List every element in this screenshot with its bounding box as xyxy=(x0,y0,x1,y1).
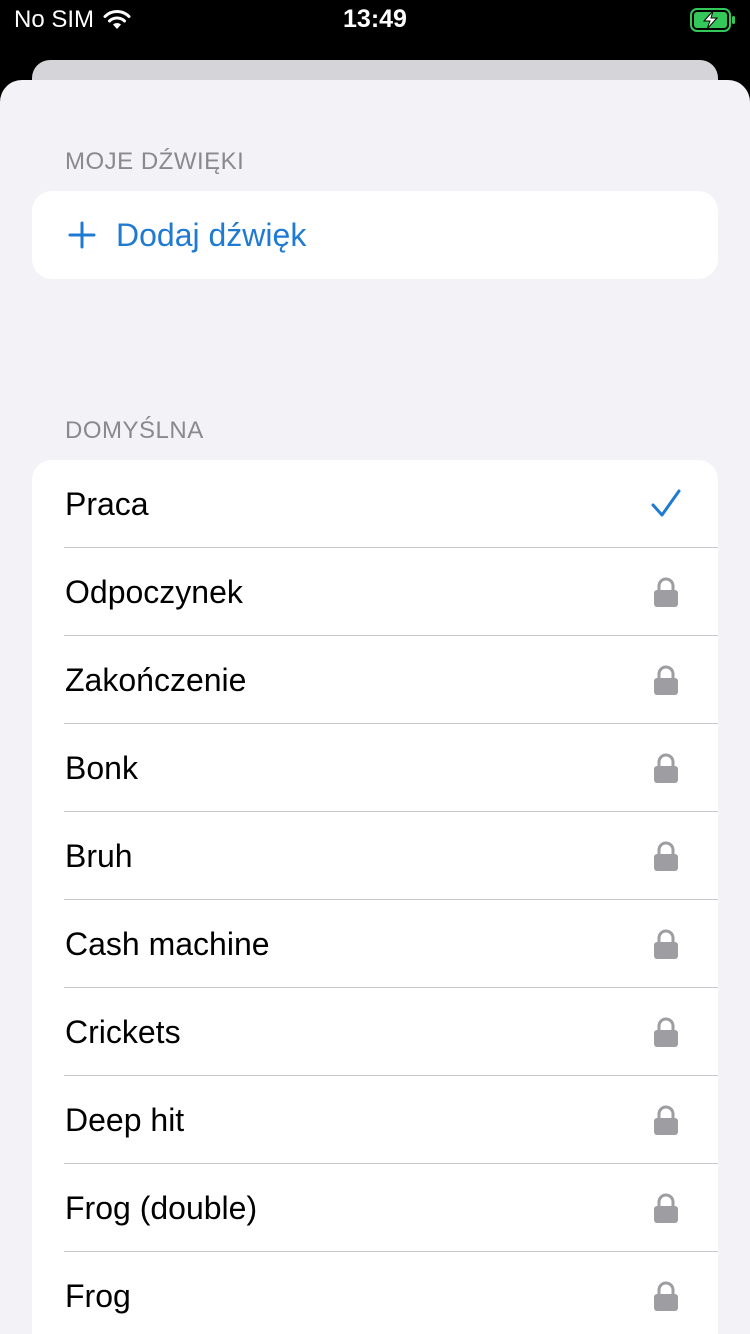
screen: No SIM 13:49 MOJE DŹWIĘKI Dodaj dźwięk D… xyxy=(0,0,750,1334)
lock-icon xyxy=(650,1100,682,1140)
plus-icon xyxy=(68,221,96,249)
sound-row-label: Frog (double) xyxy=(65,1189,258,1226)
sound-row-label: Odpoczynek xyxy=(65,573,243,610)
sound-row-label: Bruh xyxy=(65,837,133,874)
sound-row[interactable]: Cash machine xyxy=(32,900,718,988)
sound-row-label: Crickets xyxy=(65,1013,181,1050)
sound-row[interactable]: Crickets xyxy=(32,988,718,1076)
sound-row-label: Deep hit xyxy=(65,1101,185,1138)
section-header-my-sounds: MOJE DŹWIĘKI xyxy=(65,148,245,175)
sound-row-label: Cash machine xyxy=(65,925,270,962)
add-sound-label: Dodaj dźwięk xyxy=(116,216,307,253)
status-bar: No SIM 13:49 xyxy=(0,0,750,40)
sound-row[interactable]: Praca xyxy=(32,460,718,548)
lock-icon xyxy=(650,748,682,788)
sound-row[interactable]: Zakończenie xyxy=(32,636,718,724)
sound-row-label: Zakończenie xyxy=(65,661,247,698)
checkmark-icon xyxy=(650,484,682,524)
add-sound-button[interactable]: Dodaj dźwięk xyxy=(32,191,718,279)
clock: 13:49 xyxy=(343,5,407,33)
sound-row-label: Praca xyxy=(65,485,149,522)
sound-row[interactable]: Bruh xyxy=(32,812,718,900)
battery-charging-icon xyxy=(690,8,735,32)
lock-icon xyxy=(650,1012,682,1052)
lock-icon xyxy=(650,836,682,876)
my-sounds-card: Dodaj dźwięk xyxy=(32,191,718,279)
sound-row[interactable]: Deep hit xyxy=(32,1076,718,1164)
sound-row[interactable]: Bonk xyxy=(32,724,718,812)
default-sounds-list: Praca Odpoczynek Zakończenie Bonk Bruh Cash m… xyxy=(32,460,718,1334)
section-header-default: DOMYŚLNA xyxy=(65,417,204,444)
lock-icon xyxy=(650,572,682,612)
sound-row-label: Frog xyxy=(65,1277,131,1314)
sound-row[interactable]: Frog xyxy=(32,1252,718,1334)
sound-row[interactable]: Odpoczynek xyxy=(32,548,718,636)
lock-icon xyxy=(650,660,682,700)
sound-row[interactable]: Frog (double) xyxy=(32,1164,718,1252)
lock-icon xyxy=(650,924,682,964)
lock-icon xyxy=(650,1188,682,1228)
sound-row-label: Bonk xyxy=(65,749,138,786)
lock-icon xyxy=(650,1276,682,1316)
sound-picker-sheet: MOJE DŹWIĘKI Dodaj dźwięk DOMYŚLNA Praca… xyxy=(0,80,750,1334)
